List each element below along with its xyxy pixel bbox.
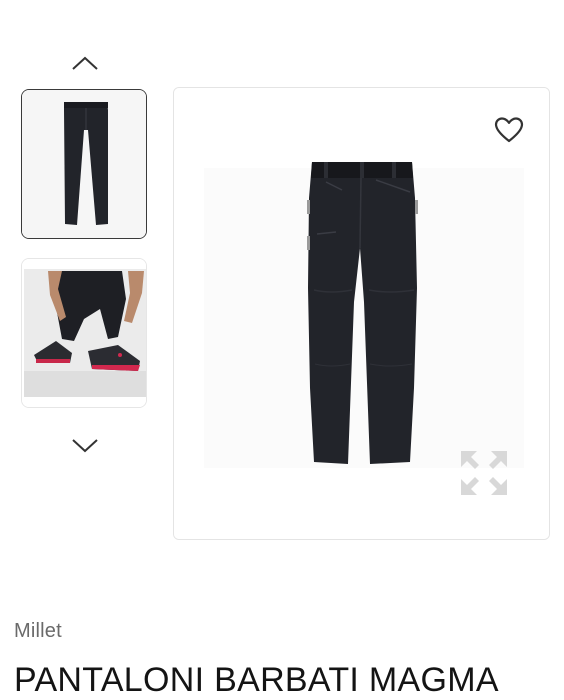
gallery-down-arrow[interactable] bbox=[65, 434, 105, 458]
product-page: Millet PANTALONI BARBATI MAGMA bbox=[0, 0, 564, 700]
pants-worn-thumbnail-image bbox=[22, 259, 146, 407]
heart-icon bbox=[494, 117, 524, 143]
zoom-button[interactable] bbox=[459, 449, 509, 497]
expand-icon bbox=[461, 451, 507, 495]
pants-front-thumbnail-image bbox=[22, 90, 146, 238]
wishlist-button[interactable] bbox=[492, 114, 526, 146]
thumbnail-pants-worn[interactable] bbox=[21, 258, 147, 408]
chevron-up-icon bbox=[72, 56, 98, 70]
chevron-down-icon bbox=[72, 439, 98, 453]
thumbnail-pants-front[interactable] bbox=[21, 89, 147, 239]
product-title: PANTALONI BARBATI MAGMA bbox=[14, 661, 499, 699]
gallery-up-arrow[interactable] bbox=[65, 51, 105, 75]
product-brand[interactable]: Millet bbox=[14, 620, 62, 643]
